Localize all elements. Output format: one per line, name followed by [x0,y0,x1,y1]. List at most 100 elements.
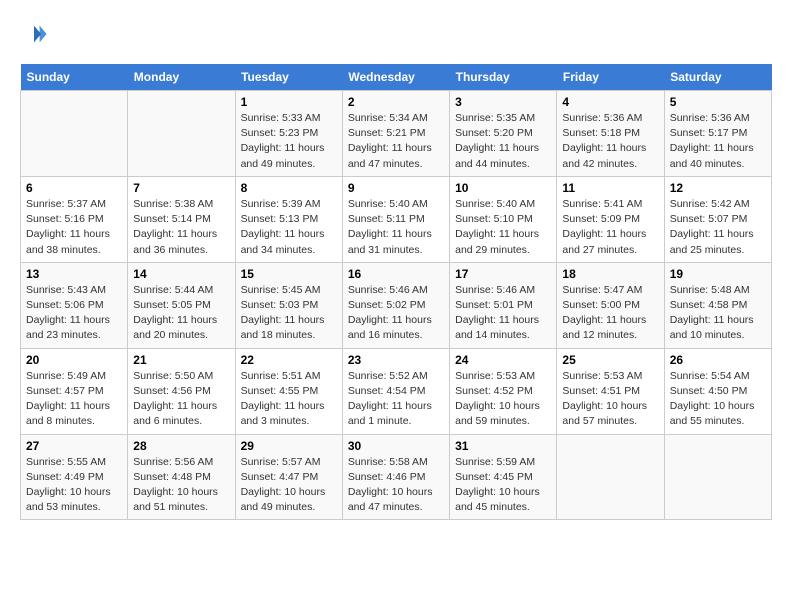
calendar-cell: 22Sunrise: 5:51 AMSunset: 4:55 PMDayligh… [235,348,342,434]
calendar-cell: 27 Sunrise: 5:55 AMSunset: 4:49 PMDayligh… [21,434,128,520]
day-info: Sunrise: 5:52 AMSunset: 4:54 PMDaylight:… [348,369,444,430]
calendar-cell: 24Sunrise: 5:53 AMSunset: 4:52 PMDayligh… [450,348,557,434]
day-number: 2 [348,95,444,109]
day-info: Sunrise: 5:56 AMSunset: 4:48 PMDaylight:… [133,455,229,516]
day-number: 22 [241,353,337,367]
weekday-header-saturday: Saturday [664,64,771,91]
day-number: 4 [562,95,658,109]
calendar-cell [128,91,235,177]
calendar-cell: 6Sunrise: 5:37 AMSunset: 5:16 PMDaylight… [21,176,128,262]
calendar-week-4: 20Sunrise: 5:49 AMSunset: 4:57 PMDayligh… [21,348,772,434]
weekday-row: SundayMondayTuesdayWednesdayThursdayFrid… [21,64,772,91]
day-number: 8 [241,181,337,195]
day-number: 29 [241,439,337,453]
weekday-header-sunday: Sunday [21,64,128,91]
day-info: Sunrise: 5:39 AMSunset: 5:13 PMDaylight:… [241,197,337,258]
calendar-cell: 23 Sunrise: 5:52 AMSunset: 4:54 PMDayligh… [342,348,449,434]
weekday-header-friday: Friday [557,64,664,91]
day-number: 12 [670,181,766,195]
day-number: 16 [348,267,444,281]
day-number: 5 [670,95,766,109]
day-info: Sunrise: 5:47 AMSunset: 5:00 PMDaylight:… [562,283,658,344]
day-number: 13 [26,267,122,281]
day-number: 31 [455,439,551,453]
calendar-cell: 7 Sunrise: 5:38 AMSunset: 5:14 PMDaylight… [128,176,235,262]
day-number: 18 [562,267,658,281]
day-number: 21 [133,353,229,367]
day-info: Sunrise: 5:57 AMSunset: 4:47 PMDaylight:… [241,455,337,516]
day-number: 14 [133,267,229,281]
calendar-cell: 8 Sunrise: 5:39 AMSunset: 5:13 PMDaylight… [235,176,342,262]
weekday-header-thursday: Thursday [450,64,557,91]
calendar-cell [21,91,128,177]
day-info: Sunrise: 5:58 AMSunset: 4:46 PMDaylight:… [348,455,444,516]
calendar-cell: 17 Sunrise: 5:46 AMSunset: 5:01 PMDayligh… [450,262,557,348]
calendar-cell: 4 Sunrise: 5:36 AMSunset: 5:18 PMDaylight… [557,91,664,177]
day-number: 7 [133,181,229,195]
day-number: 30 [348,439,444,453]
calendar-week-3: 13 Sunrise: 5:43 AMSunset: 5:06 PMDayligh… [21,262,772,348]
day-info: Sunrise: 5:46 AMSunset: 5:01 PMDaylight:… [455,283,551,344]
day-info: Sunrise: 5:45 AMSunset: 5:03 PMDaylight:… [241,283,337,344]
calendar-cell: 25 Sunrise: 5:53 AMSunset: 4:51 PMDayligh… [557,348,664,434]
weekday-header-wednesday: Wednesday [342,64,449,91]
day-info: Sunrise: 5:35 AMSunset: 5:20 PMDaylight:… [455,111,551,172]
calendar-cell: 14 Sunrise: 5:44 AMSunset: 5:05 PMDayligh… [128,262,235,348]
day-info: Sunrise: 5:33 AMSunset: 5:23 PMDaylight:… [241,111,337,172]
calendar-cell: 20Sunrise: 5:49 AMSunset: 4:57 PMDayligh… [21,348,128,434]
calendar-cell: 12 Sunrise: 5:42 AMSunset: 5:07 PMDayligh… [664,176,771,262]
calendar-cell: 11 Sunrise: 5:41 AMSunset: 5:09 PMDayligh… [557,176,664,262]
day-number: 25 [562,353,658,367]
logo-icon [20,20,48,48]
day-info: Sunrise: 5:36 AMSunset: 5:17 PMDaylight:… [670,111,766,172]
day-info: Sunrise: 5:40 AMSunset: 5:11 PMDaylight:… [348,197,444,258]
day-number: 15 [241,267,337,281]
calendar-cell: 26Sunrise: 5:54 AMSunset: 4:50 PMDayligh… [664,348,771,434]
day-number: 23 [348,353,444,367]
day-number: 19 [670,267,766,281]
day-info: Sunrise: 5:34 AMSunset: 5:21 PMDaylight:… [348,111,444,172]
day-number: 11 [562,181,658,195]
weekday-header-tuesday: Tuesday [235,64,342,91]
calendar-cell: 3Sunrise: 5:35 AMSunset: 5:20 PMDaylight… [450,91,557,177]
day-number: 28 [133,439,229,453]
day-info: Sunrise: 5:38 AMSunset: 5:14 PMDaylight:… [133,197,229,258]
calendar-week-2: 6Sunrise: 5:37 AMSunset: 5:16 PMDaylight… [21,176,772,262]
day-number: 17 [455,267,551,281]
day-number: 6 [26,181,122,195]
day-number: 9 [348,181,444,195]
calendar-cell: 2 Sunrise: 5:34 AMSunset: 5:21 PMDaylight… [342,91,449,177]
calendar-cell: 9 Sunrise: 5:40 AMSunset: 5:11 PMDaylight… [342,176,449,262]
day-info: Sunrise: 5:41 AMSunset: 5:09 PMDaylight:… [562,197,658,258]
day-info: Sunrise: 5:43 AMSunset: 5:06 PMDaylight:… [26,283,122,344]
calendar-cell: 13 Sunrise: 5:43 AMSunset: 5:06 PMDayligh… [21,262,128,348]
calendar-cell [557,434,664,520]
day-info: Sunrise: 5:53 AMSunset: 4:52 PMDaylight:… [455,369,551,430]
page-header [20,20,772,48]
calendar-week-1: 1 Sunrise: 5:33 AMSunset: 5:23 PMDaylight… [21,91,772,177]
day-number: 20 [26,353,122,367]
day-number: 1 [241,95,337,109]
calendar-cell [664,434,771,520]
day-info: Sunrise: 5:55 AMSunset: 4:49 PMDaylight:… [26,455,122,516]
day-info: Sunrise: 5:40 AMSunset: 5:10 PMDaylight:… [455,197,551,258]
day-info: Sunrise: 5:53 AMSunset: 4:51 PMDaylight:… [562,369,658,430]
calendar-cell: 30 Sunrise: 5:58 AMSunset: 4:46 PMDayligh… [342,434,449,520]
calendar-table: SundayMondayTuesdayWednesdayThursdayFrid… [20,64,772,520]
calendar-cell: 1 Sunrise: 5:33 AMSunset: 5:23 PMDaylight… [235,91,342,177]
calendar-body: 1 Sunrise: 5:33 AMSunset: 5:23 PMDaylight… [21,91,772,520]
day-info: Sunrise: 5:44 AMSunset: 5:05 PMDaylight:… [133,283,229,344]
day-info: Sunrise: 5:42 AMSunset: 5:07 PMDaylight:… [670,197,766,258]
calendar-week-5: 27 Sunrise: 5:55 AMSunset: 4:49 PMDayligh… [21,434,772,520]
day-info: Sunrise: 5:48 AMSunset: 4:58 PMDaylight:… [670,283,766,344]
day-info: Sunrise: 5:59 AMSunset: 4:45 PMDaylight:… [455,455,551,516]
day-info: Sunrise: 5:50 AMSunset: 4:56 PMDaylight:… [133,369,229,430]
day-number: 27 [26,439,122,453]
calendar-cell: 5 Sunrise: 5:36 AMSunset: 5:17 PMDaylight… [664,91,771,177]
calendar-cell: 10Sunrise: 5:40 AMSunset: 5:10 PMDayligh… [450,176,557,262]
calendar-cell: 29 Sunrise: 5:57 AMSunset: 4:47 PMDayligh… [235,434,342,520]
calendar-cell: 18 Sunrise: 5:47 AMSunset: 5:00 PMDayligh… [557,262,664,348]
calendar-cell: 28 Sunrise: 5:56 AMSunset: 4:48 PMDayligh… [128,434,235,520]
calendar-cell: 19 Sunrise: 5:48 AMSunset: 4:58 PMDayligh… [664,262,771,348]
day-info: Sunrise: 5:36 AMSunset: 5:18 PMDaylight:… [562,111,658,172]
